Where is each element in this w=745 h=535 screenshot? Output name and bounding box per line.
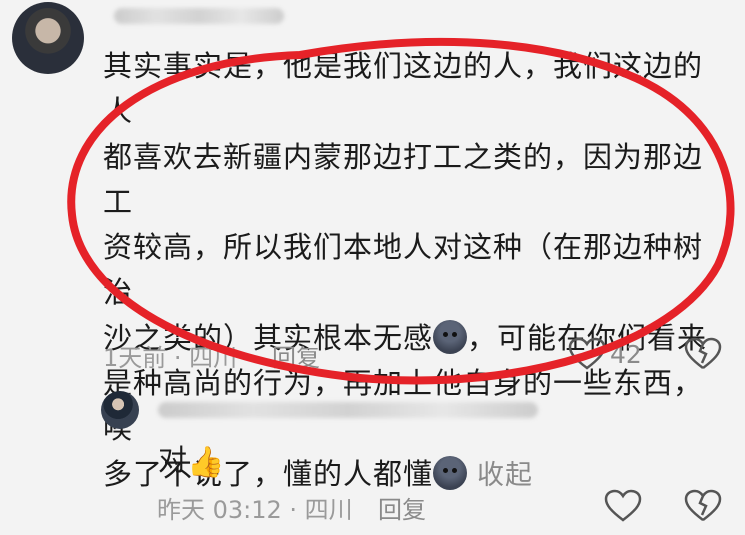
reply-comment-username-blurred[interactable] (158, 402, 538, 418)
face-emoji-icon (433, 319, 468, 354)
reply-comment-text-row: 对👍 (158, 437, 224, 480)
like-count: 42 (610, 340, 642, 369)
face-emoji-icon (433, 455, 468, 490)
main-comment-reply-button[interactable]: 回复 (272, 338, 320, 373)
reply-comment-reply-button[interactable]: 回复 (378, 490, 426, 525)
reply-comment-text: 对 (158, 443, 188, 477)
collapse-link[interactable]: 收起 (477, 460, 533, 491)
like-heart-icon[interactable] (568, 337, 606, 371)
main-comment-text-part-1: 其实事实是，他是我们这边的人，我们这边的人 都喜欢去新疆内蒙那边打工之类的，因为… (103, 49, 704, 355)
main-comment-time-location: 1天前 · 四川 (103, 344, 238, 372)
reply-like-heart-icon[interactable] (604, 489, 642, 523)
dislike-broken-heart-icon[interactable] (684, 337, 722, 371)
main-comment-text: 其实事实是，他是我们这边的人，我们这边的人 都喜欢去新疆内蒙那边打工之类的，因为… (103, 44, 723, 498)
reply-comment-avatar[interactable] (101, 391, 139, 429)
reply-comment-time-location: 昨天 03:12 · 四川 (157, 496, 353, 524)
reply-dislike-broken-heart-icon[interactable] (684, 489, 722, 523)
main-comment-avatar[interactable] (12, 2, 84, 74)
main-comment-username-blurred[interactable] (114, 8, 284, 24)
thumbs-up-icon: 👍 (187, 445, 225, 480)
